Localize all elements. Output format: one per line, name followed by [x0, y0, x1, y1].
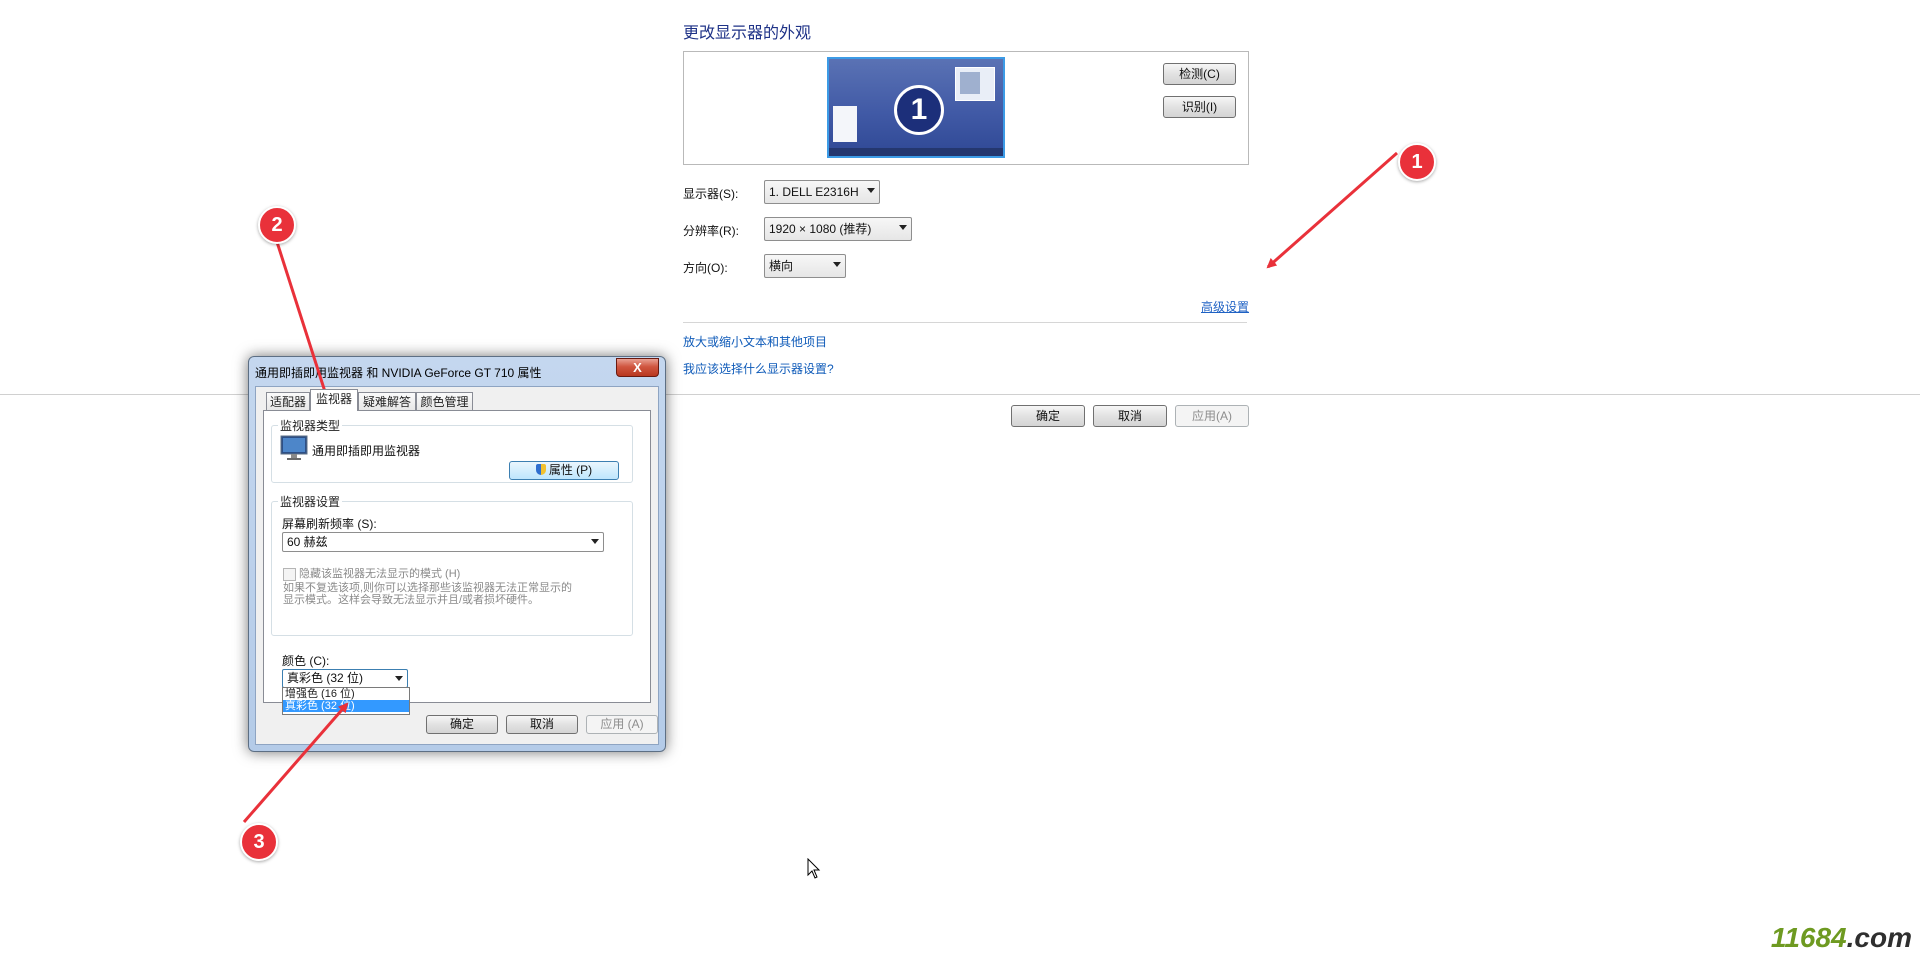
callout-2: 2 [258, 206, 296, 244]
hide-modes-checkbox[interactable] [283, 568, 296, 581]
color-select[interactable]: 真彩色 (32 位) [282, 669, 408, 688]
monitor-1-preview[interactable]: 1 [827, 57, 1005, 158]
shield-icon [535, 464, 546, 475]
dialog-body: 适配器 监视器 疑难解答 颜色管理 监视器类型 通用即插即用监视器 属性 (P)… [255, 386, 659, 745]
preview-gadget-icon [833, 106, 857, 142]
monitor-type-group-label: 监视器类型 [278, 417, 343, 434]
hide-modes-label: 隐藏该监视器无法显示的模式 (H) [299, 568, 461, 580]
advanced-settings-link[interactable]: 高级设置 [1201, 298, 1249, 315]
resolution-select[interactable]: 1920 × 1080 (推荐) [764, 217, 912, 241]
ok-button[interactable]: 确定 [1011, 405, 1085, 427]
properties-button[interactable]: 属性 (P) [509, 461, 619, 480]
properties-button-label: 属性 (P) [548, 463, 593, 477]
dialog-apply-button[interactable]: 应用 (A) [586, 715, 658, 734]
tab-color-management[interactable]: 颜色管理 [416, 392, 473, 411]
refresh-rate-value: 60 赫兹 [287, 535, 328, 549]
callout-3: 3 [240, 823, 278, 861]
watermark-domain: .com [1846, 922, 1912, 953]
chevron-down-icon [899, 225, 907, 230]
refresh-rate-select[interactable]: 60 赫兹 [282, 532, 604, 552]
page-title: 更改显示器的外观 [683, 25, 812, 42]
chevron-down-icon [591, 539, 599, 544]
monitor-label: 显示器(S): [683, 187, 739, 201]
orientation-select[interactable]: 横向 [764, 254, 846, 278]
divider [683, 322, 1247, 323]
tab-monitor[interactable]: 监视器 [310, 389, 358, 411]
chevron-down-icon [833, 262, 841, 267]
apply-button[interactable]: 应用(A) [1175, 405, 1249, 427]
chevron-down-icon [867, 188, 875, 193]
resolution-select-value: 1920 × 1080 (推荐) [769, 222, 872, 236]
cancel-button[interactable]: 取消 [1093, 405, 1167, 427]
monitor-select[interactable]: 1. DELL E2316H [764, 180, 880, 204]
monitor-select-value: 1. DELL E2316H [769, 185, 859, 199]
text-size-link[interactable]: 放大或缩小文本和其他项目 [683, 333, 827, 350]
dialog-title: 通用即插即用监视器 和 NVIDIA GeForce GT 710 属性 [255, 366, 542, 380]
close-icon[interactable]: X [616, 358, 659, 377]
color-option-32bit[interactable]: 真彩色 (32 位) [283, 700, 409, 712]
resolution-label: 分辨率(R): [683, 224, 739, 238]
monitor-icon [280, 435, 308, 460]
refresh-rate-label: 屏幕刷新频率 (S): [282, 517, 377, 531]
callout-1: 1 [1398, 143, 1436, 181]
chevron-down-icon [395, 676, 403, 681]
monitor-properties-dialog: 通用即插即用监视器 和 NVIDIA GeForce GT 710 属性 X 适… [248, 356, 666, 752]
hide-modes-desc-1: 如果不复选该项,则你可以选择那些该监视器无法正常显示的 [283, 582, 573, 594]
orientation-label: 方向(O): [683, 261, 728, 275]
help-link[interactable]: 我应该选择什么显示器设置? [683, 360, 834, 377]
watermark: 11684.com [1771, 922, 1912, 954]
watermark-number: 11684 [1770, 922, 1847, 953]
monitor-settings-group-label: 监视器设置 [278, 493, 343, 510]
color-dropdown-list: 增强色 (16 位) 真彩色 (32 位) [282, 687, 410, 715]
dialog-cancel-button[interactable]: 取消 [506, 715, 578, 734]
color-label: 颜色 (C): [282, 654, 330, 668]
arrow-1 [1266, 151, 1398, 269]
tab-adapter[interactable]: 适配器 [266, 392, 310, 411]
hide-modes-desc-2: 显示模式。这样会导致无法显示并且/或者损坏硬件。 [283, 594, 540, 606]
preview-taskbar [829, 148, 1003, 156]
preview-window-icon [955, 67, 995, 101]
orientation-select-value: 横向 [769, 259, 794, 273]
monitor-type-value: 通用即插即用监视器 [312, 444, 421, 458]
monitor-number-badge: 1 [894, 85, 944, 135]
dialog-ok-button[interactable]: 确定 [426, 715, 498, 734]
tab-troubleshoot[interactable]: 疑难解答 [358, 392, 416, 411]
mouse-cursor-icon [807, 858, 821, 879]
identify-button[interactable]: 识别(I) [1163, 96, 1236, 118]
color-select-value: 真彩色 (32 位) [287, 671, 364, 685]
detect-button[interactable]: 检测(C) [1163, 63, 1236, 85]
color-option-16bit[interactable]: 增强色 (16 位) [283, 688, 409, 700]
monitor-tab-panel: 监视器类型 通用即插即用监视器 属性 (P) 监视器设置 屏幕刷新频率 (S):… [263, 410, 651, 715]
